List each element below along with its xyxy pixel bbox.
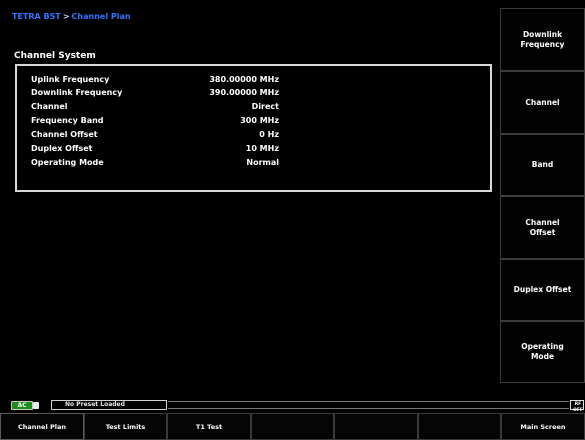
breadcrumb-separator: > (62, 12, 70, 21)
softkey-duplex-offset[interactable]: Duplex Offset (500, 259, 585, 321)
softkey-label: Operating Mode (521, 342, 564, 361)
breadcrumb-current: Channel Plan (71, 12, 131, 21)
param-value: 0 Hz (259, 130, 279, 139)
bottom-key-label: T1 Test (195, 422, 223, 431)
param-row-duplex-offset[interactable]: Duplex Offset 10 MHz (31, 143, 279, 155)
param-value: 390.00000 MHz (209, 88, 279, 97)
bottom-key-empty-6[interactable] (418, 413, 501, 440)
bottom-key-label: Test Limits (105, 422, 146, 431)
param-row-frequency-band[interactable]: Frequency Band 300 MHz (31, 115, 279, 127)
softkey-label: Duplex Offset (513, 285, 572, 294)
status-message-area (168, 401, 569, 409)
bottom-key-t1-test[interactable]: T1 Test (167, 413, 251, 440)
bottom-key-label: Main Screen (520, 422, 566, 431)
softkey-channel-offset[interactable]: Channel Offset (500, 196, 585, 259)
rf-status-badge: RF OFF (570, 400, 584, 413)
param-value: 380.00000 MHz (209, 75, 279, 84)
param-label: Uplink Frequency (31, 75, 110, 84)
param-label: Channel (31, 102, 68, 111)
param-value: Direct (251, 102, 279, 111)
power-source-badge: AC (11, 401, 33, 410)
param-label: Operating Mode (31, 158, 104, 167)
bottom-key-test-limits[interactable]: Test Limits (84, 413, 167, 440)
breadcrumb-root[interactable]: TETRA BST (12, 12, 61, 21)
softkey-label: Band (531, 160, 554, 169)
param-row-downlink-frequency[interactable]: Downlink Frequency 390.00000 MHz (31, 87, 279, 99)
bottom-key-empty-5[interactable] (334, 413, 418, 440)
param-label: Frequency Band (31, 116, 104, 125)
bottom-key-label: Channel Plan (18, 422, 66, 431)
bottom-key-empty-4[interactable] (251, 413, 334, 440)
param-value: 10 MHz (245, 144, 279, 153)
bottom-softkey-bar: Channel Plan Test Limits T1 Test Main Sc… (0, 413, 585, 440)
softkey-band[interactable]: Band (500, 134, 585, 196)
status-bar: AC No Preset Loaded RF OFF (0, 398, 585, 413)
param-row-operating-mode[interactable]: Operating Mode Normal (31, 157, 279, 169)
param-row-channel-offset[interactable]: Channel Offset 0 Hz (31, 129, 279, 141)
softkey-sidebar: Downlink Frequency Channel Band Channel … (500, 8, 585, 396)
bottom-key-main-screen[interactable]: Main Screen (501, 413, 585, 440)
breadcrumb: TETRA BST > Channel Plan (12, 12, 131, 21)
power-connector-icon (33, 402, 39, 409)
param-label: Duplex Offset (31, 144, 93, 153)
param-label: Downlink Frequency (31, 88, 123, 97)
preset-status-box: No Preset Loaded (51, 400, 167, 410)
section-title: Channel System (14, 51, 96, 61)
softkey-label: Channel (525, 97, 560, 107)
param-label: Channel Offset (31, 130, 98, 139)
softkey-label: Channel Offset (525, 217, 560, 237)
softkey-label: Downlink Frequency (520, 29, 565, 49)
param-row-uplink-frequency[interactable]: Uplink Frequency 380.00000 MHz (31, 74, 279, 86)
preset-status-text: No Preset Loaded (65, 401, 125, 408)
softkey-operating-mode[interactable]: Operating Mode (500, 321, 585, 383)
param-value: 300 MHz (240, 116, 279, 125)
channel-system-panel: Uplink Frequency 380.00000 MHz Downlink … (15, 64, 492, 192)
softkey-downlink-frequency[interactable]: Downlink Frequency (500, 8, 585, 71)
param-value: Normal (246, 158, 279, 167)
instrument-screen: TETRA BST > Channel Plan Channel System Up… (0, 0, 585, 440)
bottom-key-channel-plan[interactable]: Channel Plan (0, 413, 84, 440)
softkey-channel[interactable]: Channel (500, 71, 585, 134)
param-row-channel[interactable]: Channel Direct (31, 101, 279, 113)
